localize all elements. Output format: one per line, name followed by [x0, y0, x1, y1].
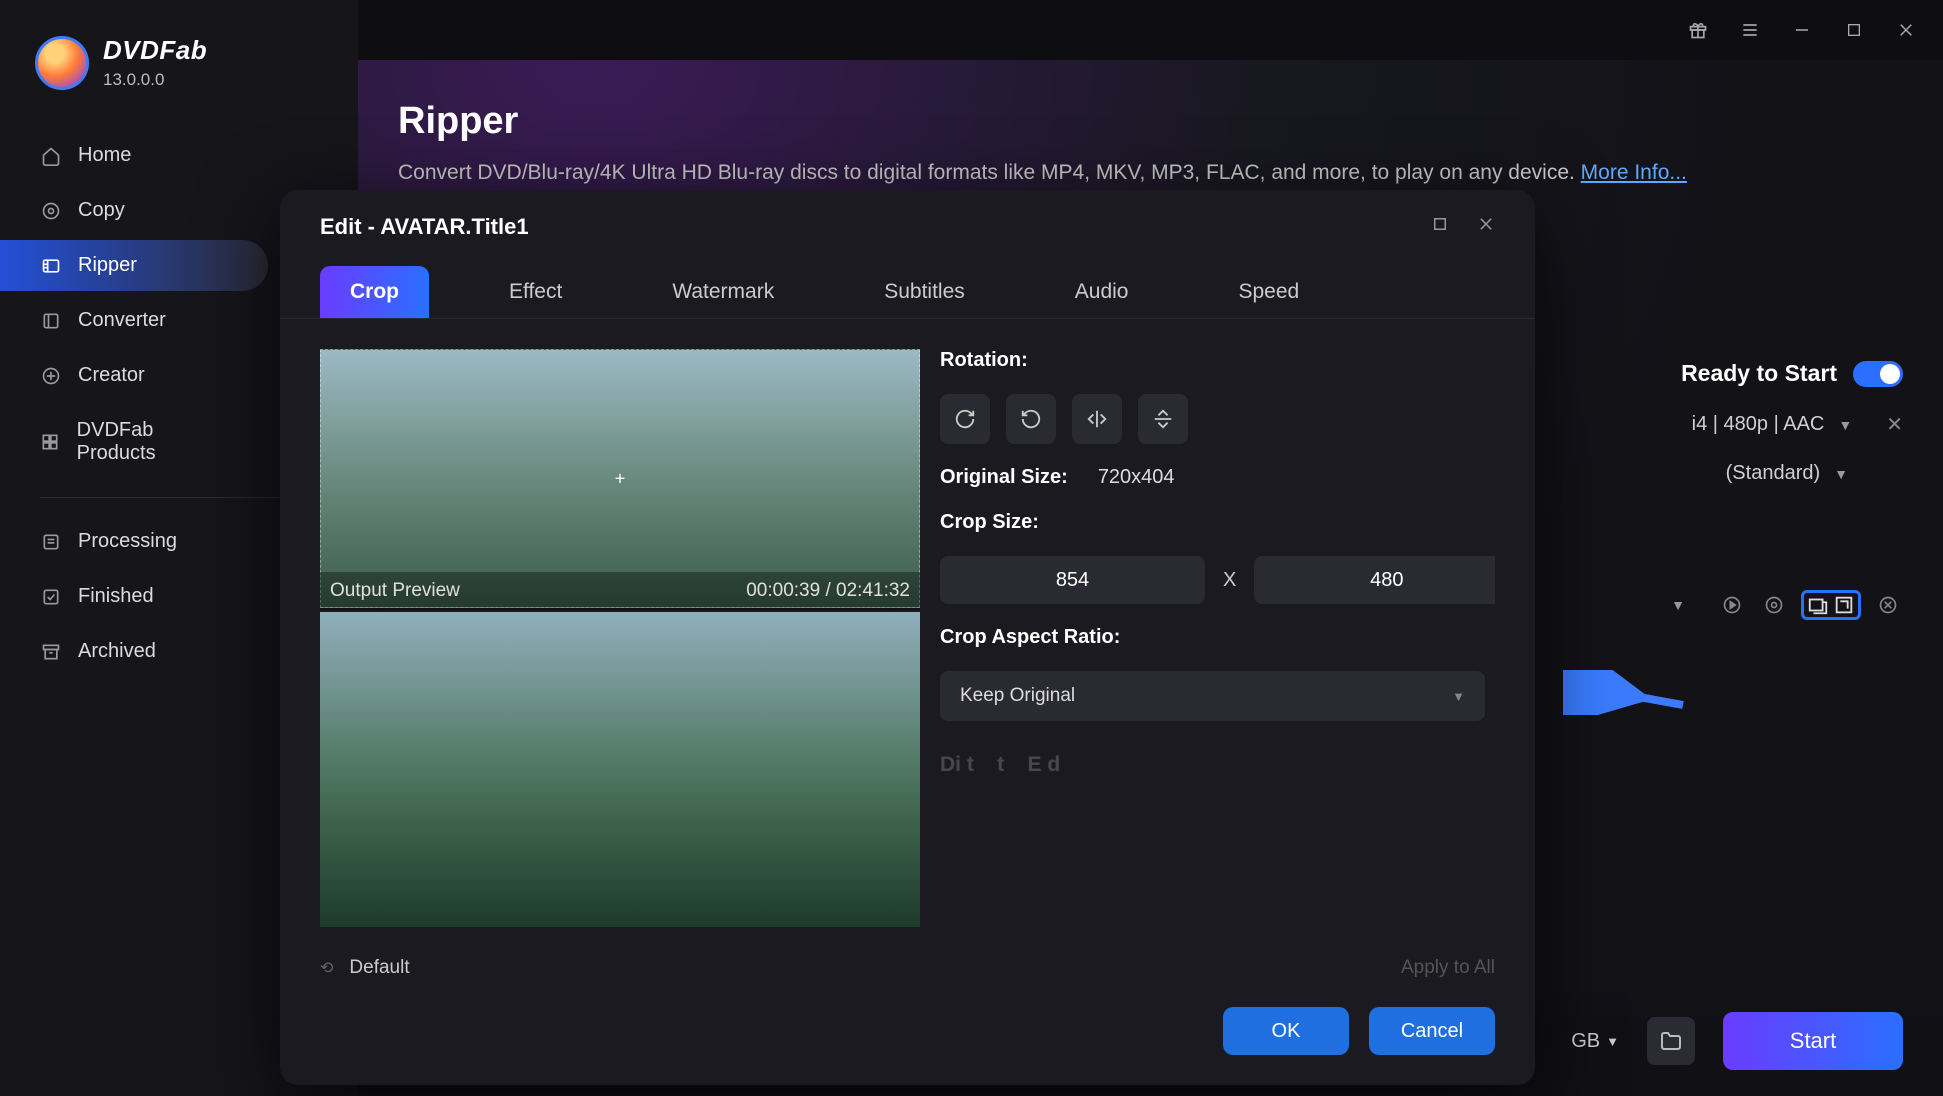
products-icon — [40, 431, 61, 453]
brand-version: 13.0.0.0 — [103, 70, 207, 90]
original-size-label: Original Size: — [940, 466, 1068, 489]
sidebar-item-label: Converter — [78, 309, 166, 332]
settings-icon[interactable] — [1759, 590, 1789, 620]
sidebar-item-creator[interactable]: Creator — [0, 350, 268, 401]
sidebar-item-label: Ripper — [78, 254, 137, 277]
annotation-arrow-icon — [1563, 670, 1693, 715]
crop-width-input[interactable] — [940, 556, 1205, 604]
brand-logo-icon — [35, 36, 89, 90]
next-section-partial: Di t t E d — [940, 743, 1485, 777]
gift-icon[interactable] — [1686, 18, 1710, 42]
sidebar-item-ripper[interactable]: Ripper — [0, 240, 268, 291]
format-dropdown-caret[interactable]: ▼ — [1838, 417, 1852, 433]
crop-preview-source[interactable] — [320, 349, 920, 608]
tab-subtitles[interactable]: Subtitles — [854, 266, 995, 318]
cancel-button[interactable]: Cancel — [1369, 1007, 1495, 1055]
tab-crop[interactable]: Crop — [320, 266, 429, 318]
default-label[interactable]: Default — [349, 957, 409, 979]
dialog-title: Edit - AVATAR.Title1 — [320, 214, 529, 240]
size-x-separator: X — [1223, 569, 1236, 592]
rotate-cw-button[interactable] — [940, 394, 990, 444]
tab-watermark[interactable]: Watermark — [642, 266, 804, 318]
output-size-dropdown[interactable]: GB▼ — [1571, 1030, 1619, 1053]
dialog-maximize-icon[interactable] — [1431, 215, 1449, 239]
reset-icon[interactable]: ⟲ — [320, 958, 333, 978]
brand-name: DVDFab — [103, 35, 207, 66]
chevron-down-icon: ▼ — [1452, 689, 1465, 704]
original-size-value: 720x404 — [1098, 466, 1175, 489]
actions-more-caret[interactable]: ▼ — [1671, 597, 1685, 613]
sidebar-item-label: Home — [78, 144, 131, 167]
crop-aspect-label: Crop Aspect Ratio: — [940, 626, 1485, 649]
sidebar-item-label: DVDFab Products — [77, 419, 228, 465]
tab-speed[interactable]: Speed — [1208, 266, 1329, 318]
home-icon — [40, 145, 62, 167]
play-icon[interactable] — [1717, 590, 1747, 620]
ok-button[interactable]: OK — [1223, 1007, 1349, 1055]
sidebar-item-label: Archived — [78, 640, 156, 663]
format-label: i4 | 480p | AAC — [1692, 413, 1825, 436]
timecode: 00:00:39 / 02:41:32 — [746, 580, 910, 602]
sidebar-item-copy[interactable]: Copy — [0, 185, 268, 236]
edit-dialog: Edit - AVATAR.Title1 Crop Effect Waterma… — [280, 190, 1535, 1085]
creator-icon — [40, 365, 62, 387]
dialog-close-icon[interactable] — [1477, 215, 1495, 239]
apply-to-all-button[interactable]: Apply to All — [1401, 957, 1495, 979]
crop-preview-output — [320, 612, 920, 927]
more-info-link[interactable]: More Info... — [1581, 161, 1687, 184]
sidebar-item-finished[interactable]: Finished — [0, 571, 268, 622]
finished-icon — [40, 586, 62, 608]
close-icon[interactable] — [1894, 18, 1918, 42]
ripper-icon — [40, 255, 62, 277]
output-preview-label: Output Preview — [330, 580, 460, 602]
output-folder-button[interactable] — [1647, 1017, 1695, 1065]
rotation-label: Rotation: — [940, 349, 1485, 372]
remove-item-icon[interactable]: ✕ — [1886, 412, 1903, 437]
menu-icon[interactable] — [1738, 18, 1762, 42]
brand: DVDFab 13.0.0.0 — [0, 25, 358, 115]
crop-size-label: Crop Size: — [940, 511, 1485, 534]
sidebar-item-processing[interactable]: Processing — [0, 516, 268, 567]
sidebar-item-label: Finished — [78, 585, 154, 608]
nav-separator — [40, 497, 318, 498]
edit-crop-highlighted[interactable] — [1801, 590, 1861, 620]
maximize-icon[interactable] — [1842, 18, 1866, 42]
tab-effect[interactable]: Effect — [479, 266, 592, 318]
sidebar-item-archived[interactable]: Archived — [0, 626, 268, 677]
archived-icon — [40, 641, 62, 663]
delete-icon[interactable] — [1873, 590, 1903, 620]
sidebar-item-products[interactable]: DVDFab Products — [0, 405, 268, 479]
ready-label: Ready to Start — [1681, 360, 1837, 387]
crop-aspect-dropdown[interactable]: Keep Original ▼ — [940, 671, 1485, 721]
sidebar-item-label: Creator — [78, 364, 145, 387]
page-description: Convert DVD/Blu-ray/4K Ultra HD Blu-ray … — [398, 161, 1903, 185]
crop-height-input[interactable] — [1254, 556, 1495, 604]
profile-label: (Standard) — [1726, 462, 1821, 485]
processing-icon — [40, 531, 62, 553]
converter-icon — [40, 310, 62, 332]
flip-horizontal-button[interactable] — [1072, 394, 1122, 444]
ready-toggle[interactable] — [1853, 361, 1903, 387]
sidebar-item-label: Processing — [78, 530, 177, 553]
sidebar-item-home[interactable]: Home — [0, 130, 268, 181]
flip-vertical-button[interactable] — [1138, 394, 1188, 444]
rotate-ccw-button[interactable] — [1006, 394, 1056, 444]
start-button[interactable]: Start — [1723, 1012, 1903, 1070]
tab-audio[interactable]: Audio — [1045, 266, 1159, 318]
page-title: Ripper — [398, 100, 1903, 143]
minimize-icon[interactable] — [1790, 18, 1814, 42]
profile-dropdown-caret[interactable]: ▼ — [1834, 466, 1848, 482]
copy-icon — [40, 200, 62, 222]
sidebar-item-converter[interactable]: Converter — [0, 295, 268, 346]
sidebar-item-label: Copy — [78, 199, 125, 222]
